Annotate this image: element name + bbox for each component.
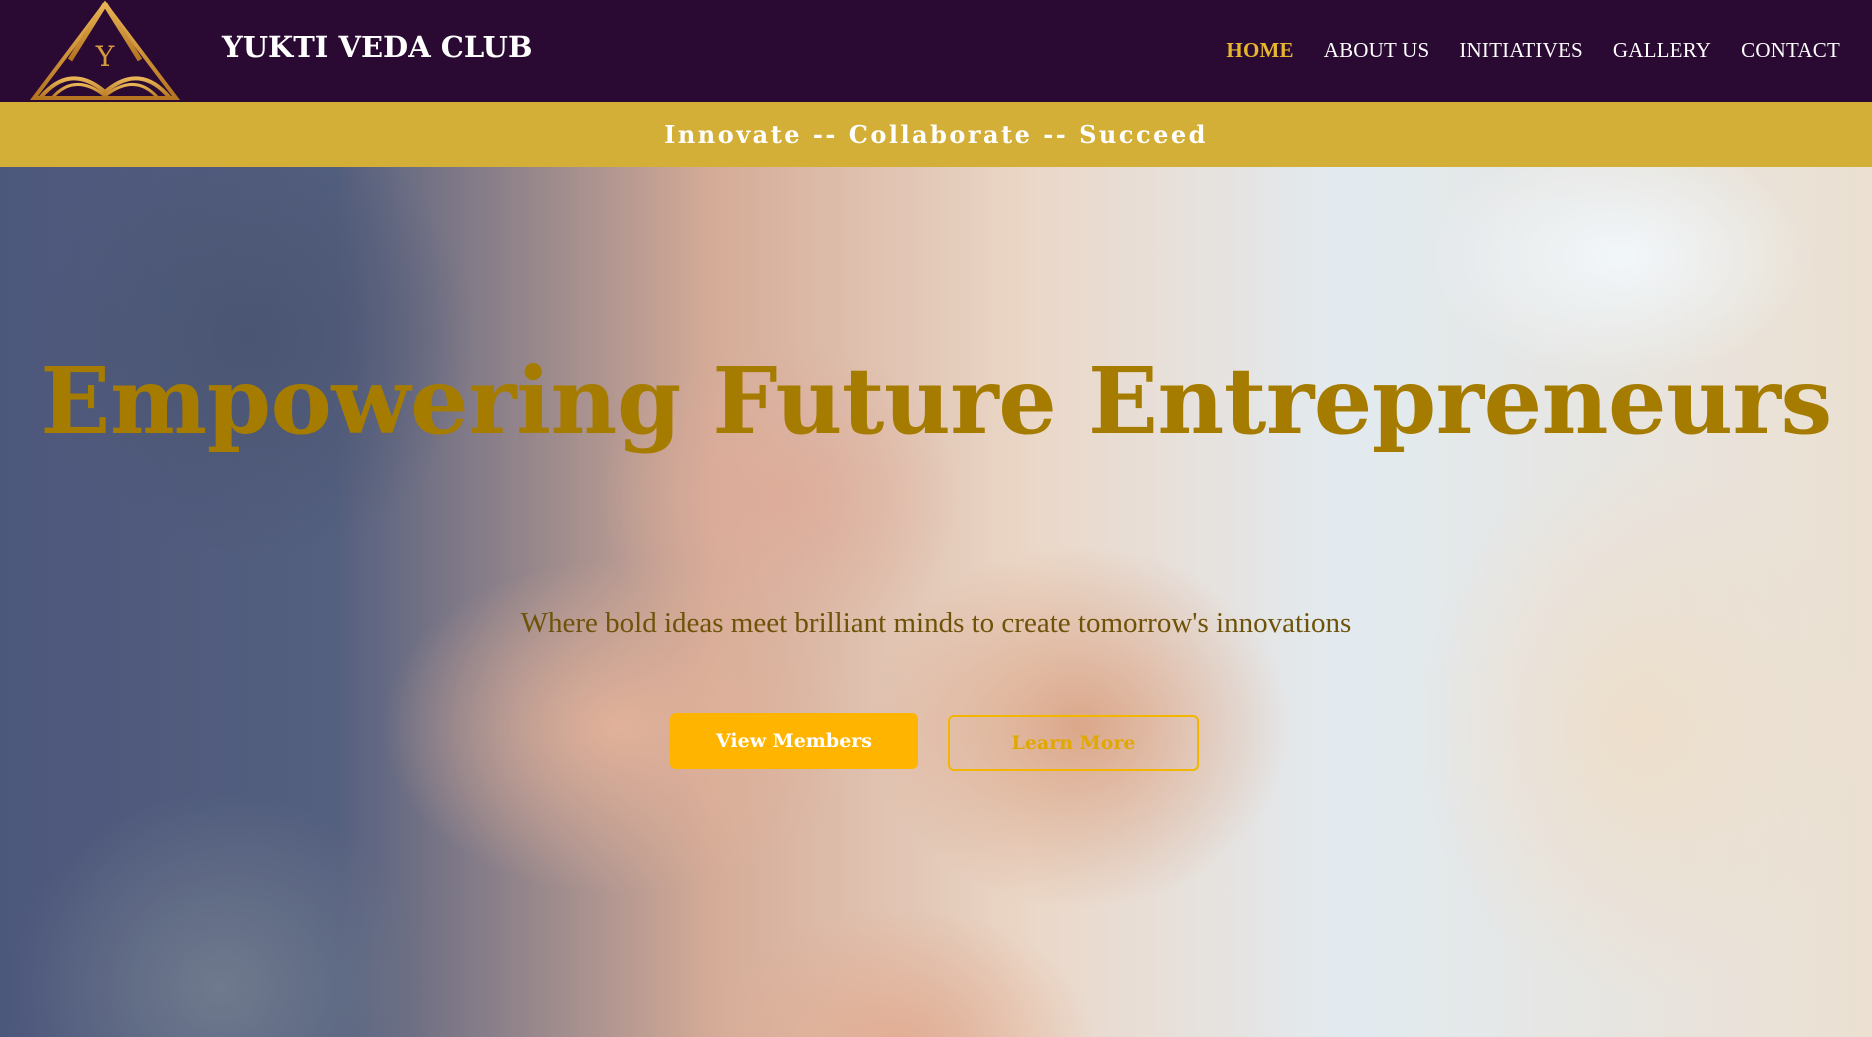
hero-background-image	[0, 167, 1872, 1037]
nav-gallery[interactable]: GALLERY	[1613, 38, 1711, 63]
main-nav: HOME ABOUT US INITIATIVES GALLERY CONTAC…	[1226, 38, 1840, 63]
hero-subtitle: Where bold ideas meet brilliant minds to…	[520, 607, 1352, 639]
brand-name[interactable]: YUKTI VEDA CLUB	[222, 30, 532, 64]
nav-about-us[interactable]: ABOUT US	[1324, 38, 1430, 63]
nav-home[interactable]: HOME	[1226, 38, 1293, 63]
learn-more-button[interactable]: Learn More	[948, 715, 1199, 771]
hero-title: Empowering Future Entrepreneurs	[40, 347, 1832, 455]
hero-section: Empowering Future Entrepreneurs Where bo…	[0, 167, 1872, 1037]
view-members-button[interactable]: View Members	[670, 713, 918, 769]
club-logo[interactable]: Y	[29, 0, 181, 100]
tagline-band: Innovate -- Collaborate -- Succeed	[0, 102, 1872, 167]
logo-letter: Y	[95, 40, 115, 73]
tagline-text: Innovate -- Collaborate -- Succeed	[664, 120, 1208, 149]
nav-contact[interactable]: CONTACT	[1741, 38, 1840, 63]
logo-emblem-icon: Y	[29, 0, 181, 100]
nav-initiatives[interactable]: INITIATIVES	[1459, 38, 1583, 63]
site-header: Y YUKTI VEDA CLUB HOME ABOUT US INITIATI…	[0, 0, 1872, 102]
